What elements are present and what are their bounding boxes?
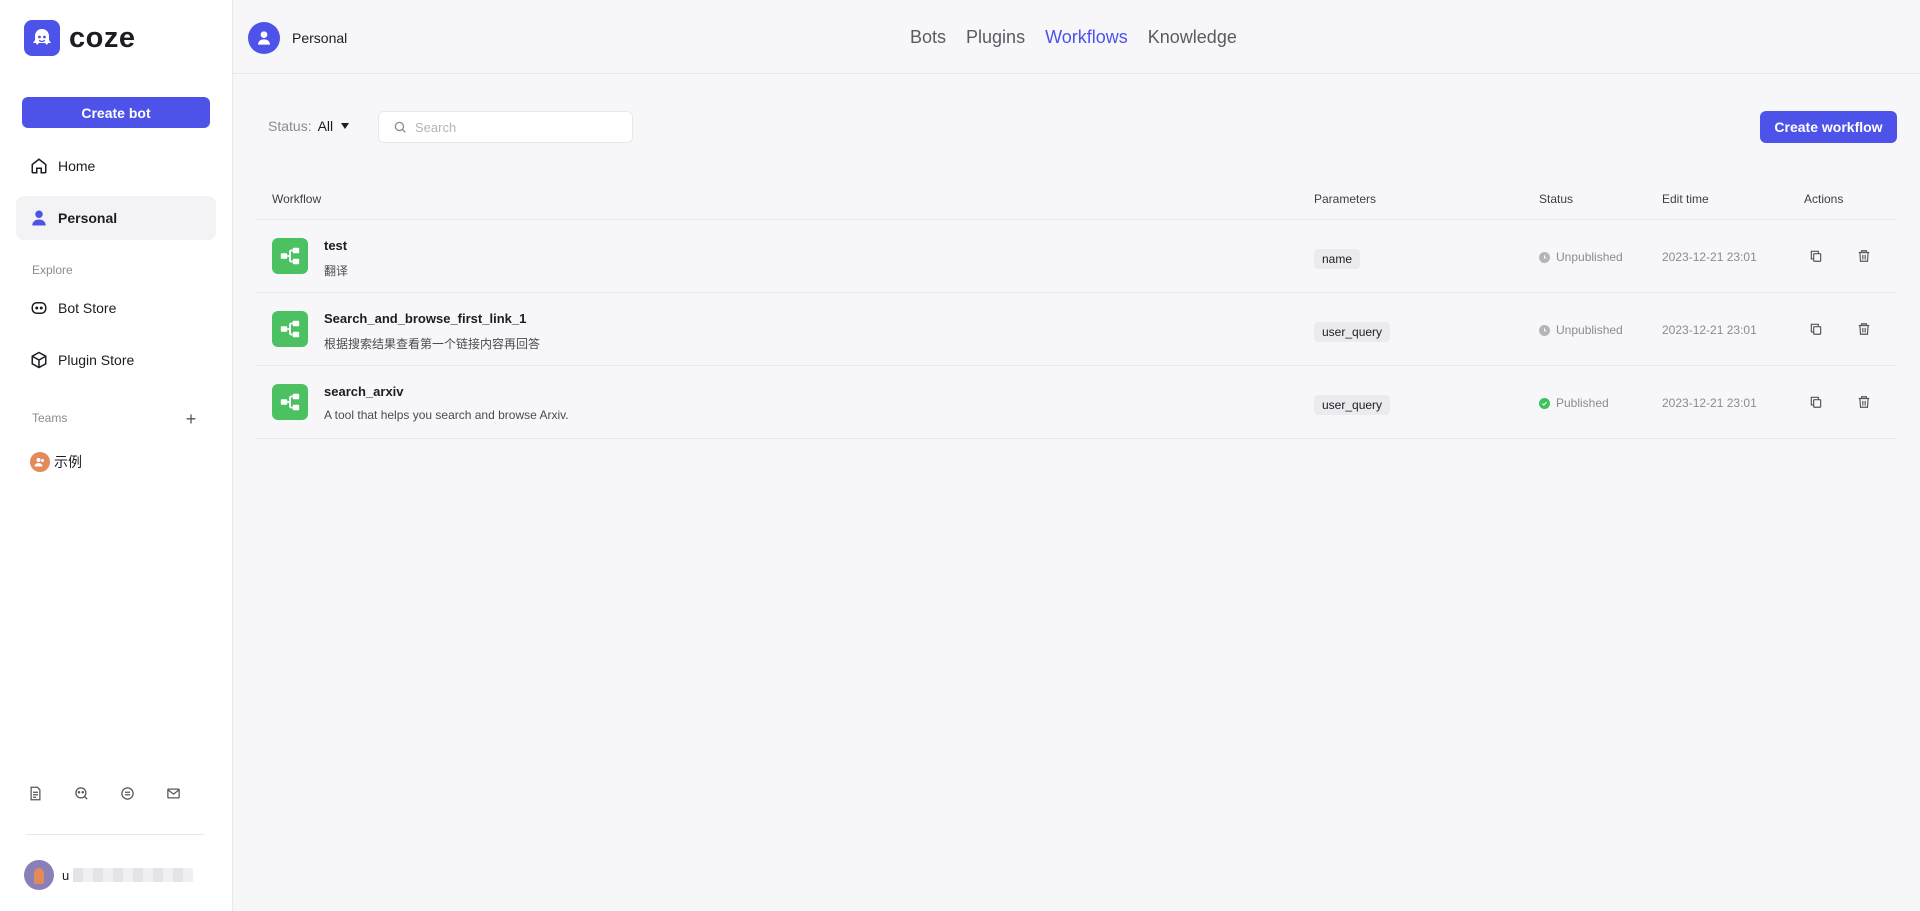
tab-workflows[interactable]: Workflows xyxy=(1045,27,1128,48)
space-name: Personal xyxy=(292,30,348,46)
workflow-description: A tool that helps you search and browse … xyxy=(324,408,569,422)
status-badge: Unpublished xyxy=(1539,250,1623,264)
workflow-name[interactable]: search_arxiv xyxy=(324,384,404,399)
workspace-tabs: Bots Plugins Workflows Knowledge xyxy=(910,27,1237,48)
delete-icon[interactable] xyxy=(1855,320,1873,338)
workflow-name[interactable]: Search_and_browse_first_link_1 xyxy=(324,311,526,326)
column-edit-time: Edit time xyxy=(1662,192,1709,206)
status-badge: Published xyxy=(1539,396,1609,410)
edit-time: 2023-12-21 23:01 xyxy=(1662,250,1757,264)
parameter-tag: name xyxy=(1314,249,1361,269)
column-workflow: Workflow xyxy=(272,192,322,206)
copy-icon[interactable] xyxy=(1807,247,1825,265)
sidebar-item-team[interactable]: 示例 xyxy=(30,452,82,472)
parameter-tag: user_query xyxy=(1314,322,1391,342)
table-row[interactable]: test 翻译 name Unpublished 2023-12-21 23:0… xyxy=(255,220,1897,293)
tab-knowledge[interactable]: Knowledge xyxy=(1148,27,1237,48)
clock-icon xyxy=(1539,251,1550,263)
redacted-username xyxy=(73,868,194,882)
sidebar-bottom-icons xyxy=(26,784,182,802)
sidebar-item-bot-store[interactable]: Bot Store xyxy=(16,286,216,330)
add-team-icon[interactable]: + xyxy=(182,410,200,428)
cube-icon xyxy=(31,351,47,369)
clock-icon xyxy=(1539,324,1550,336)
edit-time: 2023-12-21 23:01 xyxy=(1662,396,1757,410)
document-icon[interactable] xyxy=(26,784,44,802)
delete-icon[interactable] xyxy=(1855,393,1873,411)
sidebar: coze Create bot Home Personal Explore Bo… xyxy=(0,0,233,911)
explore-section-label: Explore xyxy=(32,263,73,277)
team-name: 示例 xyxy=(54,454,82,470)
community-icon[interactable] xyxy=(72,784,90,802)
space-avatar-icon xyxy=(248,22,280,54)
create-workflow-button[interactable]: Create workflow xyxy=(1760,111,1897,143)
sidebar-item-label: Home xyxy=(58,158,96,174)
logo-text: coze xyxy=(69,21,136,54)
delete-icon[interactable] xyxy=(1855,247,1873,265)
search-box xyxy=(378,111,633,143)
sidebar-item-label: Plugin Store xyxy=(58,352,135,368)
sidebar-item-home[interactable]: Home xyxy=(16,144,216,188)
teams-section-label: Teams xyxy=(32,411,68,425)
bot-icon xyxy=(31,302,47,314)
home-icon xyxy=(31,158,47,174)
status-filter-value: All xyxy=(317,118,334,134)
avatar xyxy=(24,860,54,890)
column-actions: Actions xyxy=(1804,192,1844,206)
coze-logo-icon xyxy=(24,20,60,56)
workflow-icon xyxy=(272,384,308,420)
workflow-description: 根据搜索结果查看第一个链接内容再回答 xyxy=(324,337,541,351)
column-parameters: Parameters xyxy=(1314,192,1377,206)
status-filter[interactable]: Status: All xyxy=(268,118,350,134)
workflow-icon xyxy=(272,238,308,274)
caret-down-icon xyxy=(341,123,350,129)
create-bot-button[interactable]: Create bot xyxy=(22,97,210,128)
status-badge: Unpublished xyxy=(1539,323,1623,337)
workflow-table: Workflow Parameters Status Edit time Act… xyxy=(255,180,1897,439)
table-row[interactable]: Search_and_browse_first_link_1 根据搜索结果查看第… xyxy=(255,293,1897,366)
sidebar-item-label: Personal xyxy=(58,210,118,226)
space-selector[interactable]: Personal xyxy=(248,22,347,54)
status-filter-label: Status: xyxy=(268,118,312,134)
column-status: Status xyxy=(1539,192,1574,206)
user-profile[interactable]: u xyxy=(24,860,194,890)
tab-bots[interactable]: Bots xyxy=(910,27,946,48)
user-name: u xyxy=(62,868,194,883)
copy-icon[interactable] xyxy=(1807,320,1825,338)
coze-logo[interactable]: coze xyxy=(24,20,135,56)
sidebar-item-personal[interactable]: Personal xyxy=(16,196,216,240)
workflow-description: 翻译 xyxy=(324,264,349,278)
tab-plugins[interactable]: Plugins xyxy=(966,27,1025,48)
sidebar-divider xyxy=(26,834,204,835)
workflow-name[interactable]: test xyxy=(324,238,347,253)
team-avatar-icon xyxy=(30,452,50,472)
check-icon xyxy=(1539,397,1550,409)
sidebar-item-plugin-store[interactable]: Plugin Store xyxy=(16,338,216,382)
search-icon xyxy=(394,121,406,133)
table-header: Workflow Parameters Status Edit time Act… xyxy=(255,180,1897,220)
chat-icon[interactable] xyxy=(118,784,136,802)
parameter-tag: user_query xyxy=(1314,395,1391,415)
search-input[interactable] xyxy=(415,119,615,135)
copy-icon[interactable] xyxy=(1807,393,1825,411)
edit-time: 2023-12-21 23:01 xyxy=(1662,323,1757,337)
sidebar-item-label: Bot Store xyxy=(58,300,117,316)
top-header: Personal Bots Plugins Workflows Knowledg… xyxy=(233,0,1920,74)
workflow-icon xyxy=(272,311,308,347)
person-icon xyxy=(32,210,46,226)
mail-icon[interactable] xyxy=(164,784,182,802)
table-row[interactable]: search_arxiv A tool that helps you searc… xyxy=(255,366,1897,439)
